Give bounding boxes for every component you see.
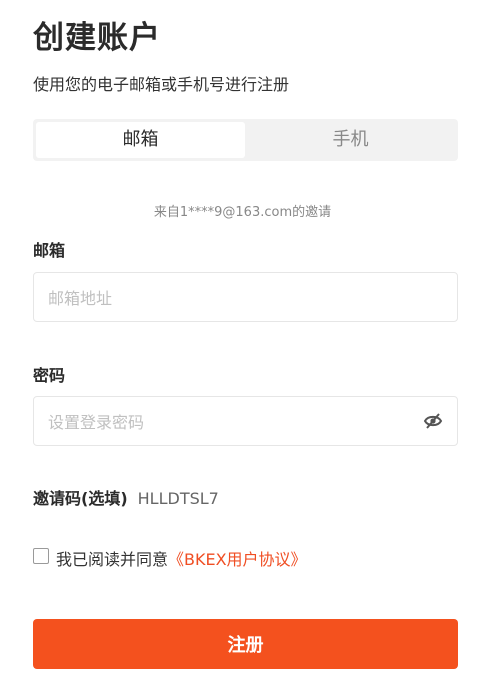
- agreement-text-wrap: 我已阅读并同意《BKEX用户协议》: [56, 546, 307, 570]
- invite-source-note: 来自1****9@163.com的邀请: [153, 205, 332, 220]
- invite-code-value: HLLDTSL7: [137, 489, 219, 508]
- invite-code-row: 邀请码(选填) HLLDTSL7: [33, 485, 219, 509]
- page-subtitle: 使用您的电子邮箱或手机号进行注册: [33, 75, 290, 94]
- register-button[interactable]: 注册: [33, 619, 458, 669]
- email-label: 邮箱: [33, 241, 66, 260]
- register-method-tabs: 邮箱 手机: [33, 119, 458, 161]
- password-field: [33, 396, 458, 447]
- agreement-checkbox[interactable]: [33, 548, 49, 564]
- email-input[interactable]: [46, 273, 410, 323]
- tab-email[interactable]: 邮箱: [36, 122, 245, 158]
- agreement-text: 我已阅读并同意: [56, 550, 169, 569]
- email-field: [33, 272, 458, 323]
- password-input[interactable]: [46, 397, 410, 447]
- password-label: 密码: [33, 366, 66, 385]
- user-agreement-link[interactable]: 《BKEX用户协议》: [168, 550, 307, 569]
- page-title: 创建账户: [33, 20, 161, 56]
- eye-off-icon[interactable]: [423, 412, 443, 430]
- invite-code-label: 邀请码(选填): [33, 489, 128, 508]
- tab-phone[interactable]: 手机: [246, 122, 455, 158]
